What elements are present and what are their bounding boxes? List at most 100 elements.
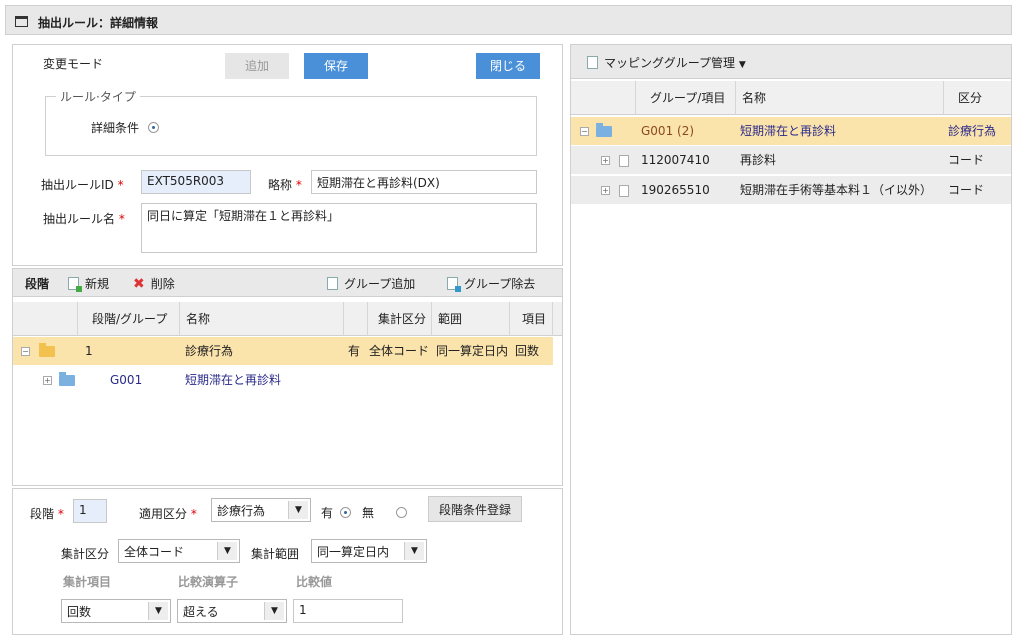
stage-label: 段階 * — [30, 507, 64, 521]
agg-item-label: 集計項目 — [63, 575, 112, 589]
stage-number: 1 — [85, 344, 93, 358]
table-row[interactable]: + G001 短期滞在と再診料 — [13, 366, 553, 394]
mapping-kind: コード — [948, 183, 985, 197]
stage-item: 回数 — [515, 344, 540, 358]
group-remove-button[interactable]: グループ除去 — [447, 275, 535, 292]
new-stage-button[interactable]: 新規 — [68, 275, 109, 292]
stage-range: 同一算定日内 — [436, 344, 509, 358]
chevron-down-icon: ▼ — [148, 602, 168, 620]
col-range[interactable]: 範囲 — [431, 302, 509, 336]
expand-icon[interactable]: + — [601, 156, 610, 165]
caret-down-icon: ▼ — [738, 60, 746, 70]
yes-radio[interactable] — [340, 507, 351, 518]
mapping-menu-button[interactable]: マッピンググループ管理 ▼ — [587, 54, 746, 71]
group-code: G001 — [110, 373, 143, 387]
rule-type-legend: ルール·タイプ — [56, 88, 140, 105]
apply-select[interactable]: 診療行為 ▼ — [211, 498, 311, 522]
group-remove-icon — [447, 277, 461, 292]
expand-icon[interactable]: + — [43, 376, 52, 385]
rule-id-label: 抽出ルールID * — [41, 178, 124, 192]
stage-input[interactable]: 1 — [73, 499, 107, 523]
col-flag[interactable] — [343, 302, 367, 336]
document-icon — [619, 154, 629, 167]
mapping-code: 190265510 — [641, 183, 710, 197]
register-stage-button[interactable]: 段階条件登録 — [428, 496, 522, 522]
col-mapping-name[interactable]: 名称 — [735, 81, 943, 115]
add-button[interactable]: 追加 — [225, 53, 289, 79]
mapping-grid-header: グループ/項目 名称 区分 — [571, 81, 1011, 115]
window-title-bar: 抽出ルール：詳細情報 — [5, 5, 1012, 35]
stage-flag: 有 — [348, 344, 361, 358]
mapping-name: 短期滞在手術等基本料１（イ以外） — [740, 183, 933, 197]
abbrev-label: 略称 * — [268, 178, 302, 192]
stage-grid-panel: 段階 新規 ✖ 削除 グループ追加 グループ除去 段階/グループ 名称 集計区分 … — [12, 268, 563, 486]
chevron-down-icon: ▼ — [217, 542, 237, 560]
compare-value-field[interactable]: 1 — [293, 599, 403, 623]
collapse-icon[interactable]: − — [580, 127, 589, 136]
stage-name: 診療行為 — [185, 344, 234, 358]
apply-label: 適用区分 * — [139, 507, 197, 521]
operator-label: 比較演算子 — [178, 575, 239, 589]
rule-type-radio[interactable] — [148, 122, 159, 133]
rule-type-fieldset: ルール·タイプ 詳細条件 — [45, 88, 537, 156]
mapping-icon — [587, 56, 598, 69]
stage-toolbar-title: 段階 — [25, 277, 50, 291]
chevron-down-icon: ▼ — [288, 501, 308, 519]
table-row[interactable]: − G001 (2) 短期滞在と再診料 診療行為 — [571, 117, 1011, 145]
delete-icon: ✖ — [133, 276, 145, 292]
expand-icon[interactable]: + — [601, 186, 610, 195]
window-icon — [15, 16, 28, 27]
col-name[interactable]: 名称 — [179, 302, 343, 336]
stage-grid-header: 段階/グループ 名称 集計区分 範囲 項目 — [13, 302, 562, 336]
mapping-kind: コード — [948, 153, 985, 167]
agg-range-select[interactable]: 同一算定日内 ▼ — [311, 539, 427, 563]
folder-icon — [39, 343, 55, 357]
group-name: 短期滞在と再診料 — [185, 373, 282, 387]
chevron-down-icon: ▼ — [404, 542, 424, 560]
no-radio[interactable] — [395, 507, 407, 518]
no-label: 無 — [362, 506, 375, 520]
rule-name-field[interactable]: 同日に算定「短期滞在１と再診料」 — [141, 203, 537, 253]
new-icon — [68, 277, 82, 292]
compare-label: 比較値 — [296, 575, 333, 589]
group-add-icon — [327, 277, 338, 290]
collapse-icon[interactable]: − — [21, 347, 30, 356]
rule-form-panel: 変更モード 追加 保存 閉じる ルール·タイプ 詳細条件 抽出ルールID * E… — [12, 44, 563, 266]
mapping-code: G001 (2) — [641, 124, 695, 138]
table-row[interactable]: − 1 診療行為 有 全体コード 同一算定日内 回数 — [13, 337, 553, 365]
mapping-toolbar: マッピンググループ管理 ▼ — [571, 45, 1011, 79]
agg-type-label: 集計区分 — [61, 547, 110, 561]
agg-item-select[interactable]: 回数 ▼ — [61, 599, 171, 623]
stage-condition-panel: 段階 * 1 適用区分 * 診療行為 ▼ 有 無 段階条件登録 集計区分 全体コー… — [12, 488, 563, 635]
delete-stage-button[interactable]: ✖ 削除 — [133, 275, 175, 292]
stage-agg: 全体コード — [369, 344, 430, 358]
mapping-name: 再診料 — [740, 153, 777, 167]
col-group-item[interactable]: グループ/項目 — [635, 81, 735, 115]
chevron-down-icon: ▼ — [264, 602, 284, 620]
table-row[interactable]: + 190265510 短期滞在手術等基本料１（イ以外） コード — [571, 176, 1011, 204]
close-button[interactable]: 閉じる — [476, 53, 540, 79]
folder-icon — [596, 123, 612, 137]
rule-id-field[interactable]: EXT505R003 — [141, 170, 251, 194]
abbrev-field[interactable]: 短期滞在と再診料(DX) — [311, 170, 537, 194]
stage-toolbar: 段階 新規 ✖ 削除 グループ追加 グループ除去 — [13, 269, 562, 297]
mapping-panel: マッピンググループ管理 ▼ グループ/項目 名称 区分 − G001 (2) 短… — [570, 44, 1012, 635]
mode-label: 変更モード — [43, 57, 104, 71]
col-item[interactable]: 項目 — [509, 302, 553, 336]
col-stage-group[interactable]: 段階/グループ — [77, 302, 179, 336]
rule-name-label: 抽出ルール名 * — [43, 212, 125, 226]
group-add-button[interactable]: グループ追加 — [327, 275, 415, 292]
yes-label: 有 — [321, 506, 334, 520]
col-agg[interactable]: 集計区分 — [367, 302, 431, 336]
window-title: 抽出ルール：詳細情報 — [38, 16, 159, 30]
mapping-code: 112007410 — [641, 153, 710, 167]
table-row[interactable]: + 112007410 再診料 コード — [571, 146, 1011, 174]
operator-select[interactable]: 超える ▼ — [177, 599, 287, 623]
save-button[interactable]: 保存 — [304, 53, 368, 79]
mapping-kind: 診療行為 — [948, 124, 997, 138]
mapping-name: 短期滞在と再診料 — [740, 124, 837, 138]
col-kind[interactable]: 区分 — [943, 81, 1011, 115]
agg-type-select[interactable]: 全体コード ▼ — [118, 539, 240, 563]
rule-type-option-label: 詳細条件 — [91, 121, 140, 135]
agg-range-label: 集計範囲 — [251, 547, 300, 561]
